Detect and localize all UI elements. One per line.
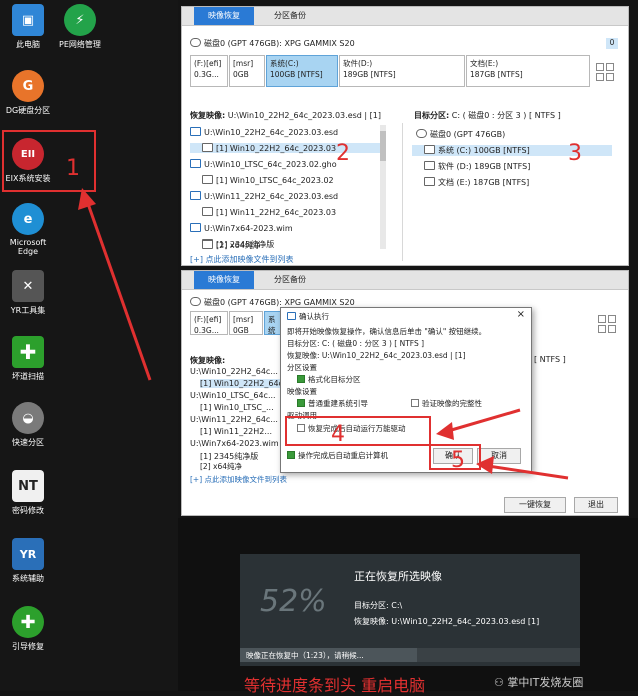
watermark: ⚇ 掌中IT发烧友圈: [494, 674, 583, 690]
arrow-step5-line: [487, 464, 569, 480]
progress-image-value: U:\Win10_22H2_64c_2023.03.esd [1]: [391, 617, 540, 626]
progress-image-row: 恢复映像: U:\Win10_22H2_64c_2023.03.esd [1]: [354, 616, 539, 627]
progress-target-value: C:\: [391, 601, 403, 610]
wechat-icon: ⚇: [494, 676, 508, 689]
watermark-text: 掌中IT发烧友圈: [507, 676, 584, 689]
instruction-caption: 等待进度条到头 重启电脑: [244, 676, 426, 695]
progress-status: 映像正在恢复中（1:23），请稍候...: [246, 651, 364, 660]
progress-target-row: 目标分区: C:\: [354, 600, 402, 611]
restore-progress-panel: 正在恢复所选映像 52% 目标分区: C:\ 恢复映像: U:\Win10_22…: [240, 554, 580, 666]
progress-image-label: 恢复映像:: [354, 617, 389, 626]
arrow-step4-line: [447, 408, 521, 433]
progress-area: 正在恢复所选映像 52% 目标分区: C:\ 恢复映像: U:\Win10_22…: [178, 518, 638, 695]
arrow-step4-head: [436, 422, 454, 440]
progress-percent: 52%: [260, 584, 327, 619]
progress-target-label: 目标分区:: [354, 601, 389, 610]
arrow-step5-head: [476, 456, 494, 474]
progress-bar: 映像正在恢复中（1:23），请稍候...: [240, 648, 580, 662]
progress-title: 正在恢复所选映像: [354, 570, 442, 583]
